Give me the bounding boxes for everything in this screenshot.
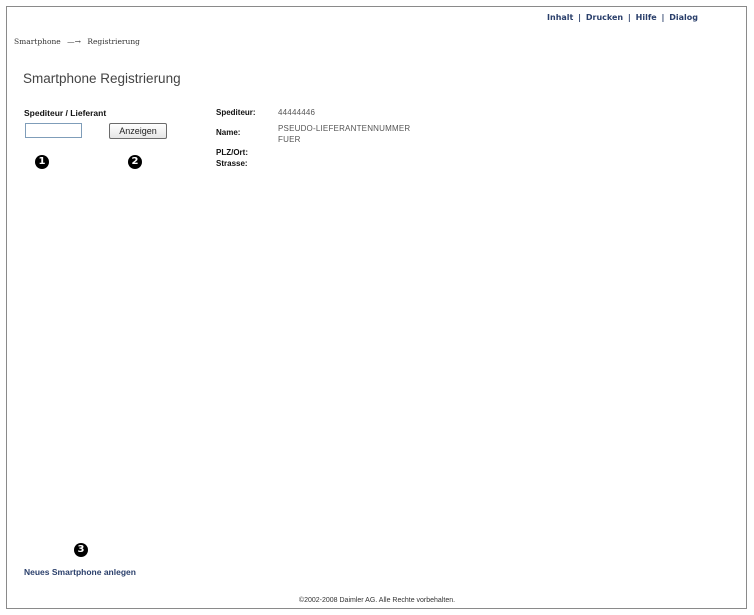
spediteur-value-row: 44444446 [278,108,315,117]
spediteur-field-label: Spediteur / Lieferant [24,108,107,118]
plz-label-row: PLZ/Ort: [216,148,248,157]
new-smartphone-link[interactable]: Neues Smartphone anlegen [24,567,136,577]
nav-separator: | [627,13,631,22]
name-value-block: PSEUDO-LIEFERANTENNUMMER FUER [278,123,410,145]
strasse-label-row: Strasse: [216,159,248,168]
page-frame [6,6,747,609]
nav-dialog-link[interactable]: Dialog [669,13,698,22]
spediteur-value: 44444446 [278,108,316,117]
marker-2-icon: 2 [128,155,142,169]
name-value-line2: FUER [278,135,301,144]
plz-label: PLZ/Ort: [216,148,248,157]
breadcrumb: Smartphone —→ Registrierung [14,37,140,46]
breadcrumb-arrow-icon: —→ [67,37,81,46]
page-title: Smartphone Registrierung [23,71,181,86]
name-value-line1: PSEUDO-LIEFERANTENNUMMER [278,124,411,133]
breadcrumb-item-smartphone[interactable]: Smartphone [14,37,61,46]
nav-hilfe-link[interactable]: Hilfe [636,13,657,22]
top-navigation: Inhalt | Drucken | Hilfe | Dialog [547,13,698,22]
spediteur-label: Spediteur: [216,108,256,117]
marker-3-icon: 3 [74,543,88,557]
nav-separator: | [578,13,582,22]
spediteur-label-row: Spediteur: [216,108,256,117]
nav-drucken-link[interactable]: Drucken [586,13,623,22]
name-label-row: Name: [216,128,240,137]
breadcrumb-item-registrierung: Registrierung [87,37,140,46]
nav-separator: | [661,13,665,22]
strasse-label: Strasse: [216,159,248,168]
nav-inhalt-link[interactable]: Inhalt [547,13,573,22]
anzeigen-button[interactable]: Anzeigen [109,123,167,139]
spediteur-input[interactable] [25,123,82,138]
name-label: Name: [216,128,241,137]
marker-1-icon: 1 [35,155,49,169]
footer-copyright: ©2002-2008 Daimler AG. Alle Rechte vorbe… [298,597,456,604]
